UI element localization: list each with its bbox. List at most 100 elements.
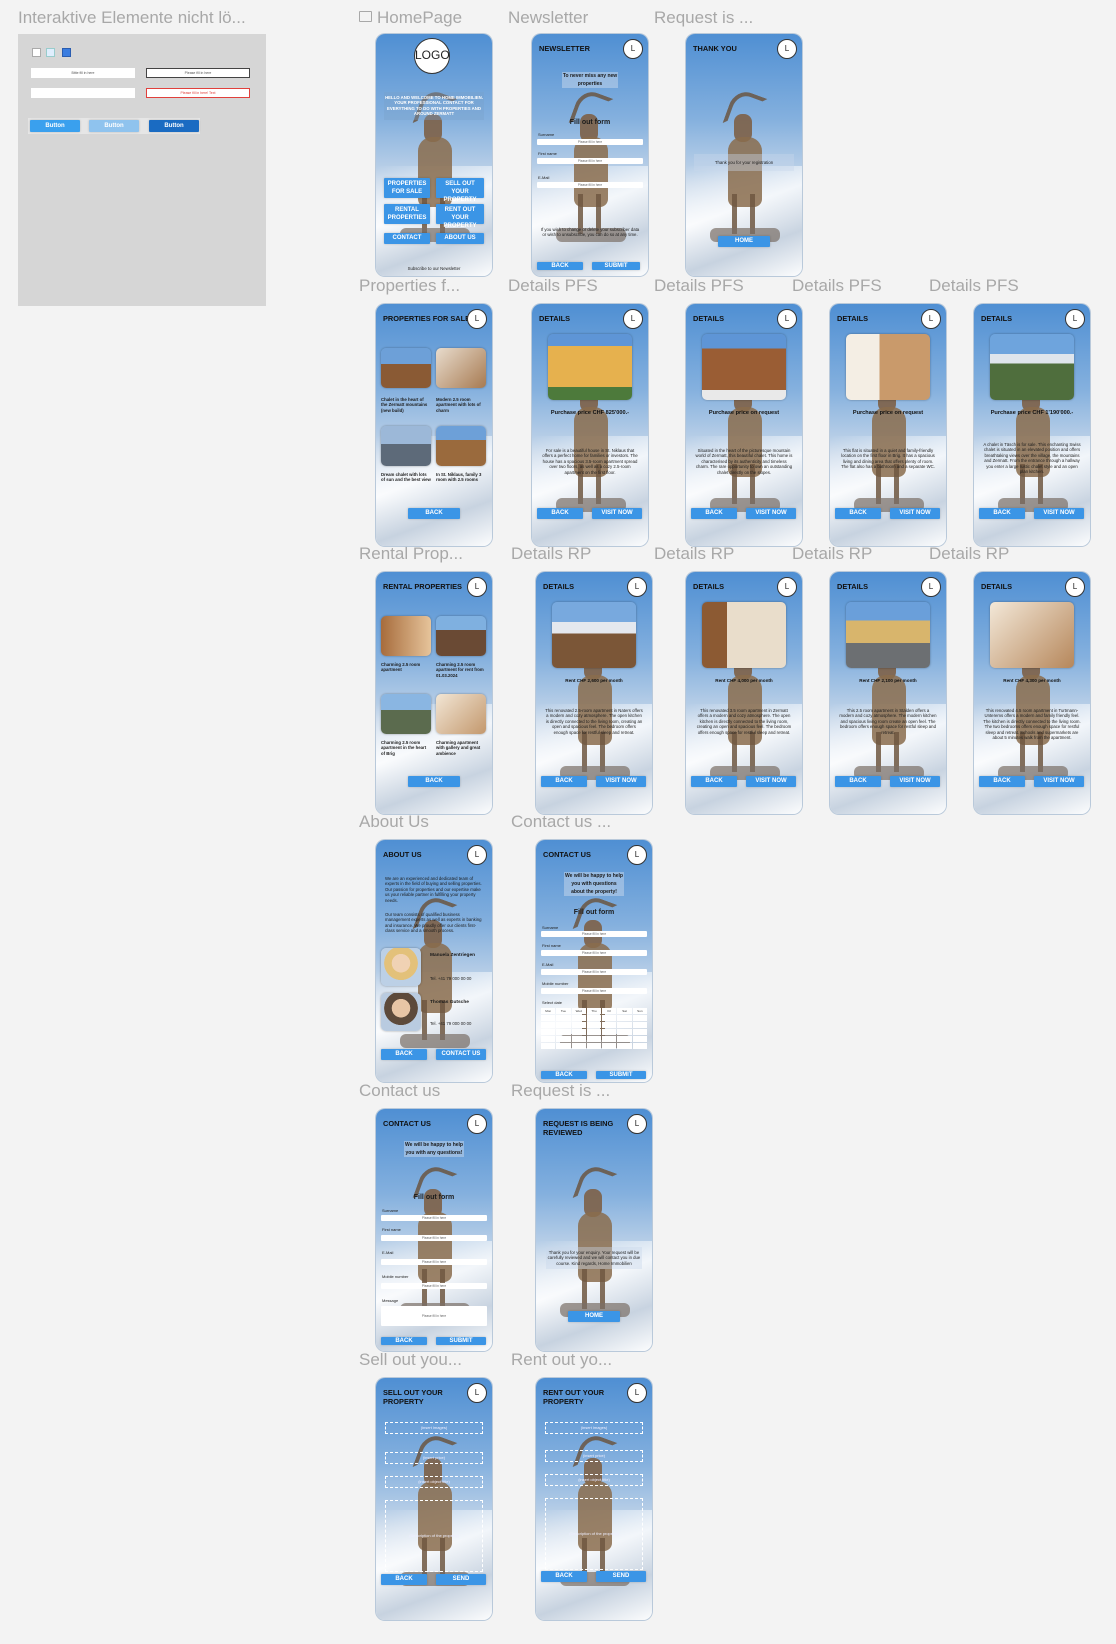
calendar-day[interactable] [632, 1043, 647, 1049]
rental-title-3[interactable]: Charming 2.5 room apartment in the heart… [381, 740, 431, 756]
visit-now-button[interactable]: VISIT NOW [746, 776, 796, 787]
insert-title-box[interactable]: (insert object title) [385, 1476, 483, 1488]
calendar-day[interactable] [556, 1036, 571, 1042]
back-button[interactable]: BACK [537, 262, 583, 270]
description-box[interactable]: (Description of the property) [385, 1500, 483, 1572]
property-image-1[interactable] [381, 348, 431, 388]
calendar-day[interactable] [617, 1022, 632, 1028]
rental-image-4[interactable] [436, 694, 486, 734]
checkbox-hover[interactable] [46, 48, 55, 57]
visit-now-button[interactable]: VISIT NOW [746, 508, 796, 519]
calendar-day[interactable] [571, 1022, 586, 1028]
property-image-3[interactable] [381, 426, 431, 466]
text-field-empty[interactable] [31, 88, 135, 98]
property-title-3[interactable]: Dream chalet with lots of sun and the be… [381, 472, 431, 483]
calendar-day[interactable] [602, 1043, 617, 1049]
button-default[interactable]: Button [30, 120, 80, 132]
insert-images-box[interactable]: (insert images) [385, 1422, 483, 1434]
visit-now-button[interactable]: VISIT NOW [592, 508, 642, 519]
back-button[interactable]: BACK [835, 508, 881, 519]
calendar-day[interactable] [556, 1022, 571, 1028]
button-disabled[interactable]: Button [89, 120, 139, 132]
rental-title-1[interactable]: Charming 2.5 room apartment [381, 662, 431, 673]
back-button[interactable]: BACK [408, 776, 460, 787]
mobile-field[interactable]: Please fill in here [541, 988, 647, 994]
property-title-1[interactable]: Chalet in the heart of the Zermatt mount… [381, 397, 431, 413]
calendar-day[interactable] [602, 1029, 617, 1035]
calendar-day[interactable] [556, 1029, 571, 1035]
mobile-field[interactable]: Please fill in here [381, 1283, 487, 1289]
rental-image-2[interactable] [436, 616, 486, 656]
back-button[interactable]: BACK [691, 508, 737, 519]
text-field-error[interactable]: Please fill in here! Text [146, 88, 250, 98]
calendar-day[interactable] [617, 1043, 632, 1049]
visit-now-button[interactable]: VISIT NOW [890, 776, 940, 787]
back-button[interactable]: BACK [381, 1337, 427, 1345]
calendar-day[interactable] [556, 1015, 571, 1021]
message-field[interactable]: Please fill in here [381, 1306, 487, 1326]
checkbox-checked[interactable] [62, 48, 71, 57]
submit-button[interactable]: SUBMIT [592, 262, 640, 270]
calendar-day[interactable] [586, 1015, 602, 1021]
surname-field[interactable]: Please fill in here [541, 931, 647, 937]
back-button[interactable]: BACK [541, 776, 587, 787]
calendar-day[interactable] [602, 1015, 617, 1021]
rental-title-4[interactable]: Charming apartment with gallery and grea… [436, 740, 486, 756]
insert-price-box[interactable]: (insert price) [385, 1452, 483, 1464]
calendar-day[interactable] [617, 1029, 632, 1035]
send-button[interactable]: SEND [436, 1574, 486, 1585]
insert-title-box[interactable]: (insert object title) [545, 1474, 643, 1486]
back-button[interactable]: BACK [541, 1071, 587, 1079]
rental-title-2[interactable]: Charming 2.5 room apartment for rent fro… [436, 662, 486, 678]
home-button[interactable]: HOME [568, 1311, 620, 1322]
newsletter-link[interactable]: Subscribe to our Newsletter [376, 266, 492, 271]
calendar-day[interactable] [617, 1036, 632, 1042]
calendar-day[interactable] [586, 1029, 602, 1035]
first-name-field[interactable]: Please fill in here [541, 950, 647, 956]
visit-now-button[interactable]: VISIT NOW [1034, 508, 1084, 519]
button-pressed[interactable]: Button [149, 120, 199, 132]
back-button[interactable]: BACK [408, 508, 460, 519]
calendar-day[interactable] [571, 1036, 586, 1042]
calendar-day[interactable] [586, 1022, 602, 1028]
surname-field[interactable]: Please fill in here [381, 1215, 487, 1221]
text-field-focused[interactable]: Please fill in here [146, 68, 250, 78]
property-title-4[interactable]: In St. Niklaus, family 3 room with 2.5 r… [436, 472, 486, 483]
properties-for-sale-button[interactable]: PROPERTIES FOR SALE [384, 178, 430, 198]
calendar-day[interactable] [541, 1036, 556, 1042]
checkbox-unchecked[interactable] [32, 48, 41, 57]
calendar-day[interactable] [632, 1029, 647, 1035]
contact-button[interactable]: CONTACT [384, 233, 430, 244]
home-button[interactable]: HOME [718, 236, 770, 247]
calendar-day[interactable] [571, 1029, 586, 1035]
calendar-day[interactable] [541, 1029, 556, 1035]
calendar-day[interactable] [541, 1043, 556, 1049]
property-title-2[interactable]: Modern 2.5 room apartment with lots of c… [436, 397, 486, 413]
property-image-2[interactable] [436, 348, 486, 388]
insert-price-box[interactable]: (insert price) [545, 1450, 643, 1462]
back-button[interactable]: BACK [979, 508, 1025, 519]
surname-field[interactable]: Please fill in here [537, 139, 643, 145]
visit-now-button[interactable]: VISIT NOW [1034, 776, 1084, 787]
text-field-default[interactable]: Bitte fill in here [31, 68, 135, 78]
calendar-day[interactable] [571, 1043, 586, 1049]
calendar-day[interactable] [586, 1043, 602, 1049]
first-name-field[interactable]: Please fill in here [381, 1235, 487, 1241]
back-button[interactable]: BACK [381, 1574, 427, 1585]
calendar-day[interactable] [556, 1043, 571, 1049]
rental-image-3[interactable] [381, 694, 431, 734]
calendar-day[interactable] [541, 1015, 556, 1021]
sell-out-property-button[interactable]: SELL OUT YOUR PROPERTY [436, 178, 484, 203]
calendar-day[interactable] [632, 1022, 647, 1028]
back-button[interactable]: BACK [537, 508, 583, 519]
calendar-day[interactable] [586, 1036, 602, 1042]
calendar-day[interactable] [571, 1015, 586, 1021]
email-field[interactable]: Please fill in here [541, 969, 647, 975]
about-us-button[interactable]: ABOUT US [436, 233, 484, 244]
back-button[interactable]: BACK [835, 776, 881, 787]
insert-images-box[interactable]: (insert images) [545, 1422, 643, 1434]
description-box[interactable]: (Description of the property) [545, 1498, 643, 1570]
calendar-day[interactable] [602, 1036, 617, 1042]
rental-properties-button[interactable]: RENTAL PROPERTIES [384, 204, 430, 224]
submit-button[interactable]: SUBMIT [596, 1071, 646, 1079]
